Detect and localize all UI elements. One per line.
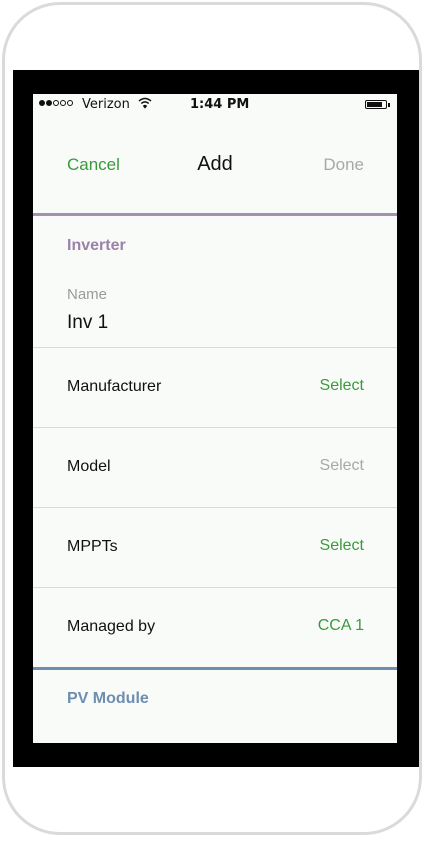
signal-dot [60,100,66,106]
mppts-row[interactable]: MPPTs Select [33,508,397,587]
mppts-label: MPPTs [67,538,118,555]
done-button[interactable]: Done [323,155,364,175]
inverter-section-rule [33,213,397,216]
name-field-label: Name [67,286,108,303]
signal-dot [67,100,73,106]
mppts-select-button[interactable]: Select [320,537,364,555]
navigation-bar: Add Cancel Done [33,116,397,214]
model-row[interactable]: Model Select [33,428,397,507]
manufacturer-label: Manufacturer [67,378,162,395]
cancel-button[interactable]: Cancel [67,155,120,175]
manufacturer-row[interactable]: Manufacturer Select [33,348,397,427]
model-select-button[interactable]: Select [320,457,364,475]
status-time: 1:44 PM [190,97,250,112]
manufacturer-select-button[interactable]: Select [320,377,364,395]
battery-icon [365,100,390,109]
name-field-value[interactable]: Inv 1 [67,312,108,334]
carrier-name: Verizon [82,97,130,112]
app-screen: Verizon 1:44 PM Add Cancel Done Inverter… [33,94,397,743]
pv-module-section-title: PV Module [67,690,149,707]
managed-by-row[interactable]: Managed by CCA 1 [33,588,397,667]
status-bar: Verizon 1:44 PM [33,94,397,116]
signal-dot [39,100,45,106]
managed-by-value-button[interactable]: CCA 1 [318,617,364,635]
model-label: Model [67,458,111,475]
signal-dot [46,100,52,106]
wifi-icon [138,97,152,109]
inverter-section-title: Inverter [67,237,126,254]
signal-dot [53,100,59,106]
signal-dots-icon [39,100,73,106]
pv-module-section-rule [33,667,397,670]
managed-by-label: Managed by [67,618,156,635]
